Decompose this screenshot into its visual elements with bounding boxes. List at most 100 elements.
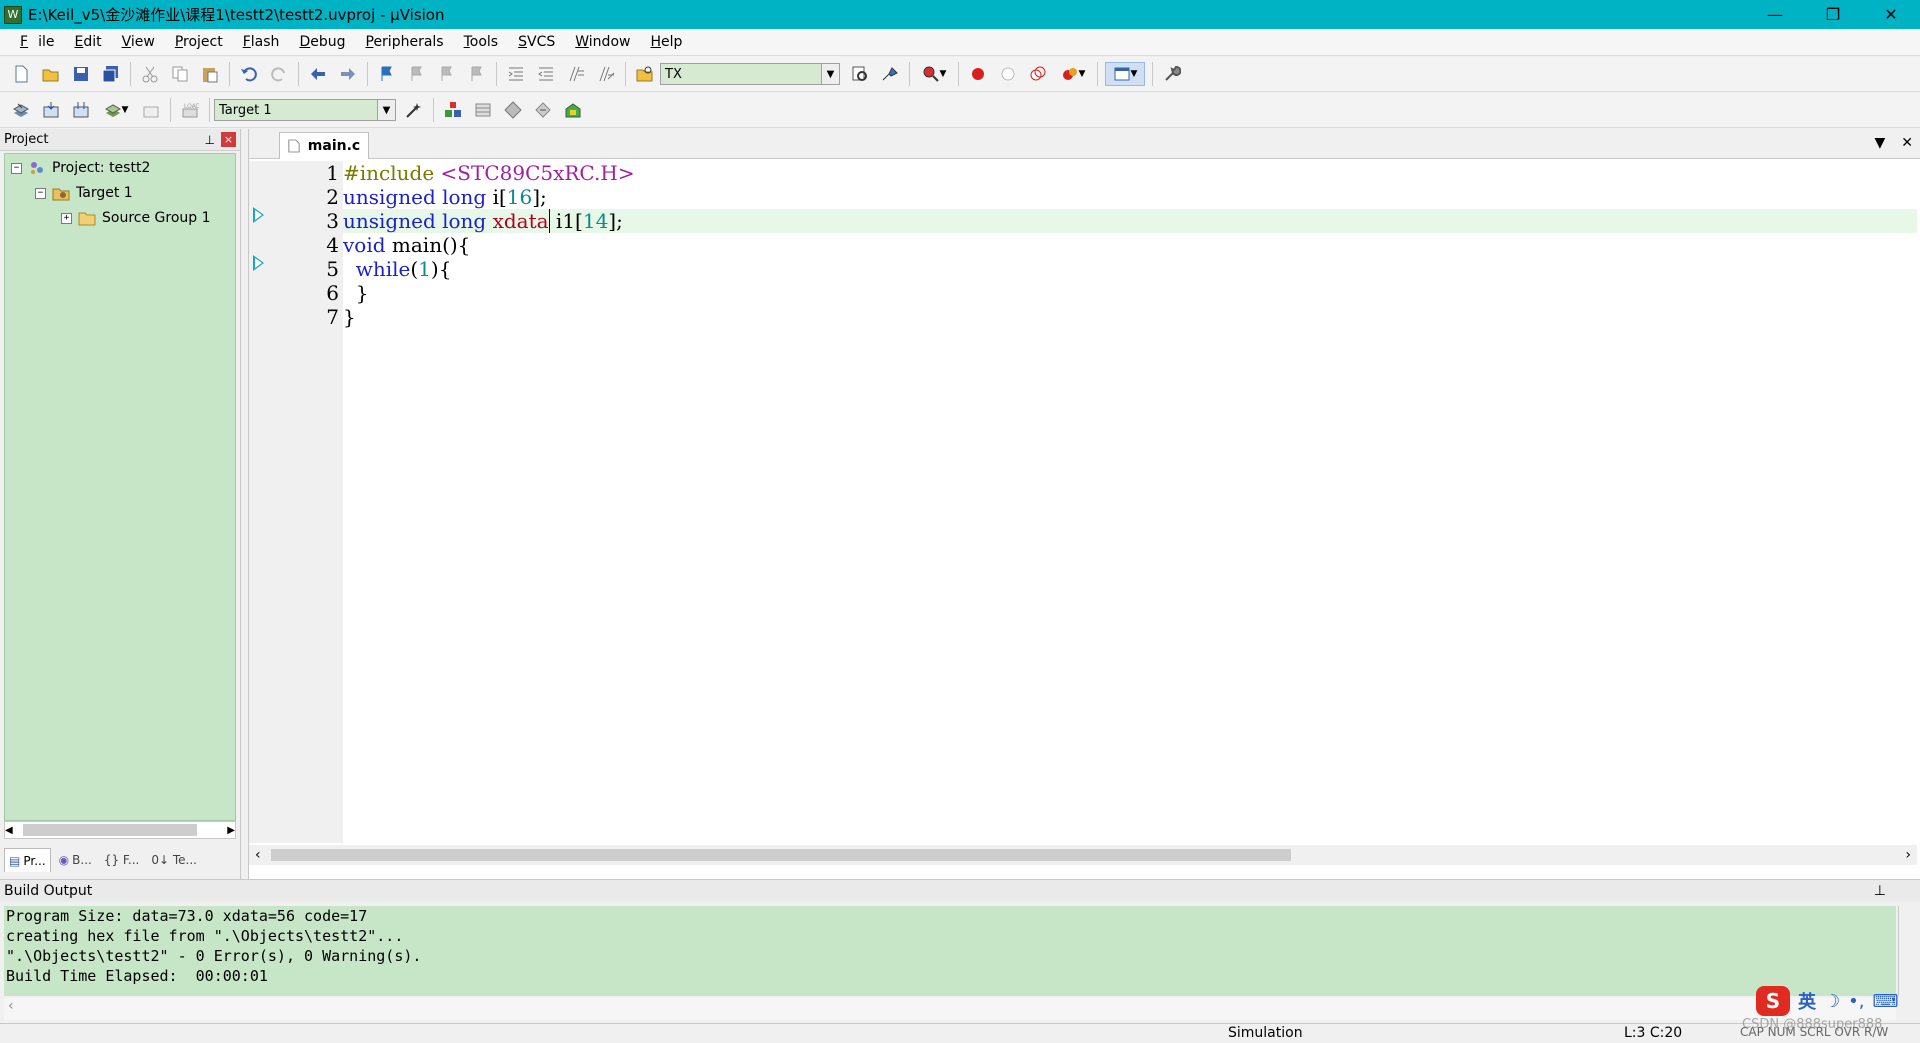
manage-project-items-button[interactable] — [441, 98, 465, 122]
kill-all-breakpoints-button[interactable]: ▼ — [1056, 62, 1090, 86]
disable-all-breakpoints-button[interactable] — [1026, 62, 1050, 86]
build-output-text[interactable]: Program Size: data=73.0 xdata=56 code=17… — [4, 906, 1896, 996]
pin-icon[interactable]: ⊥ — [205, 133, 215, 147]
code-line[interactable]: } — [343, 305, 1917, 329]
copy-button[interactable] — [168, 62, 192, 86]
open-file-button[interactable] — [39, 62, 63, 86]
menu-view[interactable]: View — [112, 34, 165, 50]
expand-icon[interactable]: + — [61, 212, 72, 224]
cut-button[interactable] — [138, 62, 162, 86]
editor-gutter[interactable]: 1 2 3 4 5 6 7 — [249, 161, 343, 843]
save-button[interactable] — [69, 62, 93, 86]
undo-button[interactable] — [237, 62, 261, 86]
find-in-files-button[interactable] — [633, 62, 657, 86]
manage-rte-button[interactable] — [501, 98, 525, 122]
moon-icon[interactable]: ☽ — [1824, 991, 1840, 1012]
code-line[interactable]: #include <STC89C5xRC.H> — [343, 161, 1917, 185]
unindent-button[interactable] — [534, 62, 558, 86]
code-editor[interactable]: #include <STC89C5xRC.H> unsigned long i[… — [343, 161, 1917, 843]
tree-node-target[interactable]: − Target 1 — [35, 185, 133, 201]
download-button[interactable]: LOAD — [178, 98, 202, 122]
code-line[interactable]: } — [343, 281, 1917, 305]
code-line-current[interactable]: unsigned long xdata i1[14]; — [343, 209, 1917, 233]
save-all-button[interactable] — [99, 62, 123, 86]
project-panel-close-button[interactable]: × — [221, 132, 236, 147]
pack-installer-button[interactable] — [531, 98, 555, 122]
sogou-logo-icon[interactable]: S — [1756, 986, 1790, 1016]
insert-breakpoint-button[interactable] — [966, 62, 990, 86]
ime-language-toggle[interactable]: 英 — [1798, 988, 1816, 1014]
scroll-thumb[interactable] — [23, 824, 197, 836]
tree-node-source-group[interactable]: + Source Group 1 — [61, 210, 211, 226]
tree-node-project[interactable]: − Project: testt2 — [11, 160, 150, 176]
configure-button[interactable] — [1160, 62, 1184, 86]
enable-breakpoint-button[interactable] — [996, 62, 1020, 86]
menu-window[interactable]: Window — [565, 34, 640, 50]
scroll-thumb[interactable] — [271, 849, 1291, 861]
build-button[interactable] — [39, 98, 63, 122]
tab-books[interactable]: ◉ B... — [55, 848, 96, 872]
new-file-button[interactable] — [9, 62, 33, 86]
tab-functions[interactable]: {} F... — [100, 848, 144, 872]
tab-project[interactable]: ▤ Pr... — [4, 848, 51, 872]
build-output-hscrollbar[interactable]: ‹ — [4, 998, 1896, 1020]
tab-templates[interactable]: 0↓ Te... — [147, 848, 201, 872]
editor-hscrollbar[interactable]: ‹ › — [249, 845, 1917, 865]
incremental-find-icon — [882, 67, 898, 81]
find-combo[interactable]: TX ▼ — [660, 63, 840, 85]
maximize-button[interactable]: ❐ — [1804, 0, 1862, 29]
navigate-back-button[interactable] — [306, 62, 330, 86]
collapse-icon[interactable]: − — [11, 162, 22, 174]
indent-button[interactable] — [504, 62, 528, 86]
navigate-forward-button[interactable] — [336, 62, 360, 86]
package-button[interactable] — [561, 98, 585, 122]
tab-main-c[interactable]: main.c — [279, 132, 369, 159]
keyboard-icon[interactable]: ⌨ — [1872, 991, 1898, 1012]
scroll-right-icon[interactable]: ▶ — [227, 825, 235, 836]
menu-tools[interactable]: Tools — [454, 34, 509, 50]
menu-edit[interactable]: Edit — [64, 34, 111, 50]
uncomment-button[interactable] — [594, 62, 618, 86]
stop-build-button[interactable] — [139, 98, 163, 122]
scroll-left-icon[interactable]: ◀ — [5, 825, 13, 836]
bookmark-toggle-button[interactable] — [375, 62, 399, 86]
batch-build-button[interactable]: ▼ — [99, 98, 133, 122]
translate-button[interactable] — [9, 98, 33, 122]
menu-flash[interactable]: Flash — [233, 34, 290, 50]
scroll-left-icon[interactable]: ‹ — [8, 998, 14, 1014]
menu-project[interactable]: Project — [165, 34, 233, 50]
incremental-find-button[interactable] — [878, 62, 902, 86]
bookmark-prev-button[interactable] — [405, 62, 429, 86]
tab-list-dropdown-icon[interactable]: ▼ — [1874, 135, 1885, 151]
debug-session-button[interactable]: ▼ — [917, 62, 951, 86]
build-output-vscrollbar[interactable] — [1898, 906, 1916, 996]
menu-svcs[interactable]: SVCS — [508, 34, 565, 50]
code-line[interactable]: unsigned long i[16]; — [343, 185, 1917, 209]
select-packs-button[interactable] — [471, 98, 495, 122]
code-line[interactable]: void main(){ — [343, 233, 1917, 257]
menu-help[interactable]: Help — [640, 34, 692, 50]
scroll-right-icon[interactable]: › — [1905, 847, 1911, 863]
pin-icon[interactable]: ⊥ — [1874, 883, 1886, 899]
target-combo[interactable]: Target 1 ▼ — [214, 99, 396, 121]
bookmark-next-button[interactable] — [435, 62, 459, 86]
rebuild-button[interactable] — [69, 98, 93, 122]
code-line[interactable]: while(1){ — [343, 257, 1917, 281]
redo-button[interactable] — [267, 62, 291, 86]
find-button[interactable] — [848, 62, 872, 86]
scroll-left-icon[interactable]: ‹ — [255, 847, 261, 863]
menu-peripherals[interactable]: Peripherals — [355, 34, 453, 50]
close-button[interactable]: ✕ — [1862, 0, 1920, 29]
project-panel-hscrollbar[interactable]: ◀ ▶ — [4, 821, 236, 839]
menu-file[interactable]: File — [0, 34, 64, 50]
minimize-button[interactable]: — — [1746, 0, 1804, 29]
punctuation-icon[interactable]: •, — [1848, 991, 1864, 1012]
window-layout-button[interactable]: ▼ — [1105, 62, 1145, 86]
close-tab-icon[interactable]: ✕ — [1901, 135, 1913, 151]
bookmark-clear-button[interactable] — [465, 62, 489, 86]
collapse-icon[interactable]: − — [35, 187, 46, 199]
menu-debug[interactable]: Debug — [289, 34, 355, 50]
comment-button[interactable] — [564, 62, 588, 86]
paste-button[interactable] — [198, 62, 222, 86]
target-options-button[interactable] — [402, 98, 426, 122]
